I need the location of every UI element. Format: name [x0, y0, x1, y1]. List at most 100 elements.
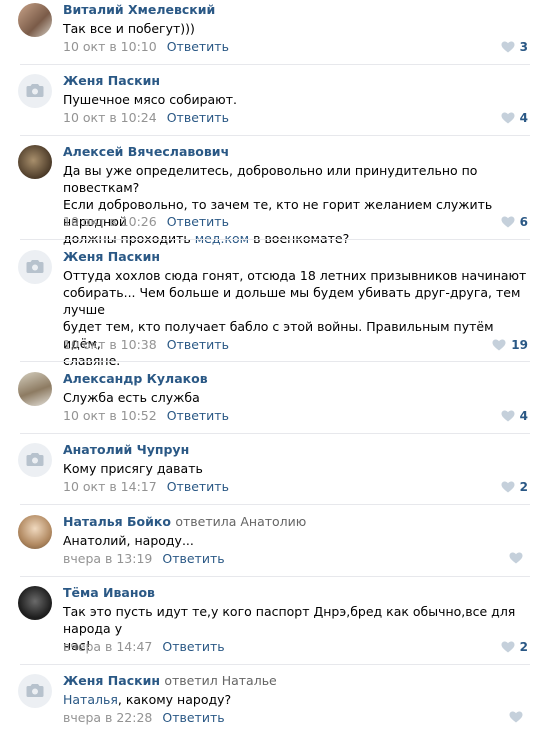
avatar[interactable] [18, 145, 52, 179]
comment-meta: 10 окт в 10:24 Ответить [63, 110, 229, 125]
like-count: 3 [519, 40, 528, 54]
comment-date[interactable]: 10 окт в 10:10 [63, 39, 157, 54]
heart-icon [501, 481, 515, 493]
reply-button[interactable]: Ответить [167, 214, 229, 229]
comment-meta: 10 окт в 10:38 Ответить [63, 337, 229, 352]
reply-button[interactable]: Ответить [162, 639, 224, 654]
comment-author[interactable]: Женя Паскин ответил Наталье [63, 673, 277, 688]
comment-date[interactable]: вчера в 13:19 [63, 551, 152, 566]
comment-author[interactable]: Наталья Бойко ответила Анатолию [63, 514, 306, 529]
like-count: 6 [519, 215, 528, 229]
comment-text-tail: , какому народу? [117, 692, 232, 707]
avatar[interactable] [18, 372, 52, 406]
like-button[interactable] [509, 552, 528, 564]
comment-item: Женя Паскин ответил Наталье Наталья, как… [0, 671, 538, 731]
comment-text: Наталья, какому народу? [63, 691, 531, 708]
avatar[interactable] [18, 586, 52, 620]
comment-meta: 10 окт в 10:26 Ответить [63, 214, 229, 229]
comment-meta: 10 окт в 10:52 Ответить [63, 408, 229, 423]
comment-item: Наталья Бойко ответила Анатолию Анатолий… [0, 512, 538, 577]
divider [20, 64, 530, 65]
divider [20, 664, 530, 665]
heart-icon [492, 339, 506, 351]
comment-date[interactable]: 10 окт в 10:24 [63, 110, 157, 125]
like-count: 2 [519, 480, 528, 494]
reply-button[interactable]: Ответить [167, 110, 229, 125]
comment-item: Александр Кулаков Служба есть служба 10 … [0, 369, 538, 434]
like-button[interactable]: 19 [492, 338, 528, 352]
reply-button[interactable]: Ответить [167, 337, 229, 352]
camera-icon [26, 260, 44, 273]
camera-icon [26, 453, 44, 466]
like-count: 2 [519, 640, 528, 654]
reply-button[interactable]: Ответить [167, 479, 229, 494]
comment-author[interactable]: Виталий Хмелевский [63, 2, 215, 17]
comment-text: Оттуда хохлов сюда гонят, отсюда 18 летн… [63, 268, 527, 368]
heart-icon [501, 410, 515, 422]
comment-author[interactable]: Алексей Вячеславович [63, 144, 229, 159]
like-count: 4 [519, 409, 528, 423]
comment-date[interactable]: 10 окт в 10:52 [63, 408, 157, 423]
comment-item: Алексей Вячеславович Да вы уже определит… [0, 142, 538, 246]
comment-meta: 10 окт в 10:10 Ответить [63, 39, 229, 54]
comment-text: Да вы уже определитесь, добровольно или … [63, 162, 531, 247]
author-name[interactable]: Наталья Бойко [63, 514, 171, 529]
comment-text: Служба есть служба [63, 390, 200, 405]
like-button[interactable]: 2 [501, 640, 528, 654]
comment-text: Кому присягу давать [63, 461, 203, 476]
comment-text: Так все и побегут))) [63, 21, 195, 36]
heart-icon [501, 112, 515, 124]
comment-meta: вчера в 14:47 Ответить [63, 639, 225, 654]
divider [20, 504, 530, 505]
camera-icon [26, 684, 44, 697]
comment-author[interactable]: Александр Кулаков [63, 371, 208, 386]
divider [20, 433, 530, 434]
like-count: 4 [519, 111, 528, 125]
author-name[interactable]: Женя Паскин [63, 673, 160, 688]
comment-item: Женя Паскин Пушечное мясо собирают. 10 о… [0, 71, 538, 136]
like-button[interactable]: 3 [501, 40, 528, 54]
comment-author[interactable]: Женя Паскин [63, 249, 160, 264]
heart-icon [509, 552, 523, 564]
divider [20, 239, 530, 240]
comment-meta: вчера в 13:19 Ответить [63, 551, 225, 566]
comment-date[interactable]: 10 окт в 14:17 [63, 479, 157, 494]
comment-date[interactable]: вчера в 14:47 [63, 639, 152, 654]
avatar[interactable] [18, 515, 52, 549]
avatar[interactable] [18, 674, 52, 708]
comment-author[interactable]: Тёма Иванов [63, 585, 155, 600]
like-button[interactable]: 4 [501, 111, 528, 125]
reply-button[interactable]: Ответить [167, 39, 229, 54]
reply-to-label[interactable]: ответила Анатолию [175, 514, 306, 529]
comment-item: Женя Паскин Оттуда хохлов сюда гонят, от… [0, 247, 538, 368]
avatar[interactable] [18, 250, 52, 284]
avatar[interactable] [18, 3, 52, 37]
reply-to-label[interactable]: ответил Наталье [164, 673, 276, 688]
like-button[interactable]: 6 [501, 215, 528, 229]
heart-icon [501, 641, 515, 653]
like-button[interactable] [509, 711, 528, 723]
comment-text: Анатолий, народу... [63, 533, 194, 548]
like-button[interactable]: 4 [501, 409, 528, 423]
divider [20, 135, 530, 136]
heart-icon [501, 41, 515, 53]
avatar[interactable] [18, 74, 52, 108]
comment-item: Тёма Иванов Так это пусть идут те,у кого… [0, 583, 538, 665]
comment-date[interactable]: 10 окт в 10:38 [63, 337, 157, 352]
camera-icon [26, 84, 44, 97]
divider [20, 361, 530, 362]
comment-text-link[interactable]: Наталья [63, 692, 118, 707]
comment-item: Виталий Хмелевский Так все и побегут))) … [0, 0, 538, 65]
like-button[interactable]: 2 [501, 480, 528, 494]
comment-author[interactable]: Женя Паскин [63, 73, 160, 88]
avatar[interactable] [18, 443, 52, 477]
heart-icon [509, 711, 523, 723]
comment-author[interactable]: Анатолий Чупрун [63, 442, 189, 457]
reply-button[interactable]: Ответить [167, 408, 229, 423]
comment-meta: 10 окт в 14:17 Ответить [63, 479, 229, 494]
heart-icon [501, 216, 515, 228]
comment-date[interactable]: 10 окт в 10:26 [63, 214, 157, 229]
like-count: 19 [511, 338, 528, 352]
divider [20, 576, 530, 577]
reply-button[interactable]: Ответить [162, 551, 224, 566]
